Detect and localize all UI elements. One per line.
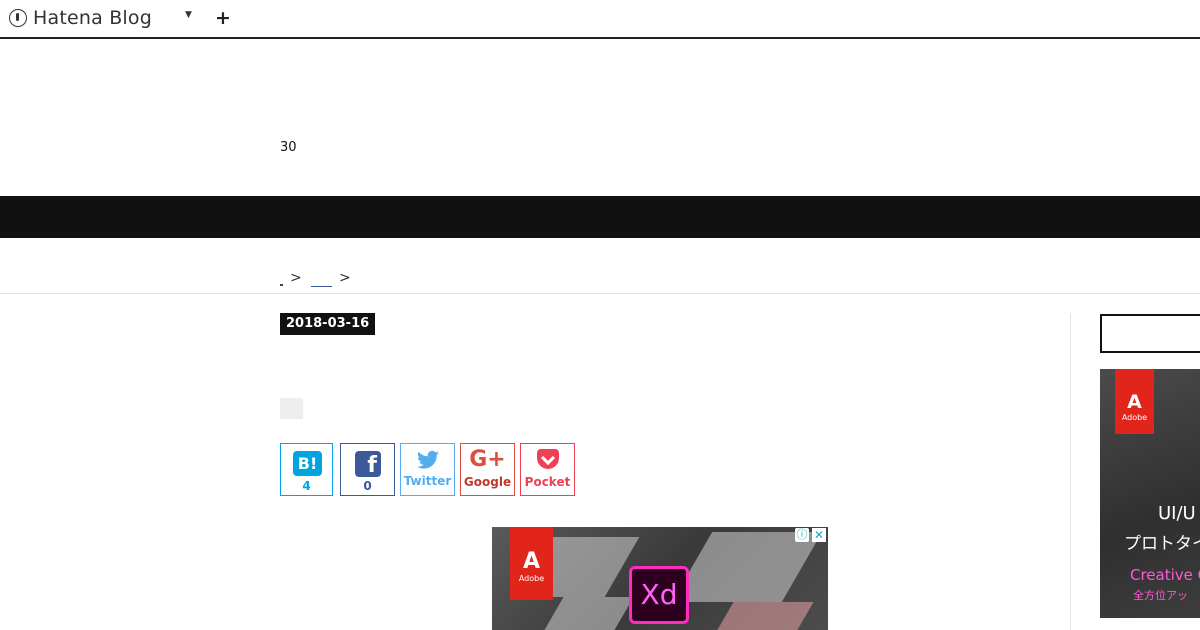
- ad-screenshot-tile: [671, 532, 823, 602]
- facebook-share-count: 0: [363, 479, 372, 493]
- adobe-xd-icon: Xd: [629, 566, 689, 624]
- adobe-logo-text: Adobe: [518, 574, 545, 583]
- caret-down-icon[interactable]: ▼: [185, 10, 192, 20]
- breadcrumb-separator: >: [339, 270, 351, 286]
- ad-info-icon[interactable]: ⓘ: [795, 528, 809, 542]
- hatena-blog-logo[interactable]: Hatena Blog: [9, 6, 152, 30]
- google-label: Google: [463, 475, 512, 489]
- global-nav-bar: [0, 196, 1200, 238]
- google-plus-share-button[interactable]: G+ Google: [460, 443, 515, 496]
- pocket-save-button[interactable]: Pocket: [520, 443, 575, 496]
- brand-name: Hatena Blog: [33, 7, 152, 29]
- hatena-bookmark-count: 4: [302, 479, 311, 493]
- ad-screenshot-tile: [540, 597, 634, 630]
- ad-screenshot-tile: [710, 602, 814, 630]
- hatena-bookmark-icon: B!: [293, 451, 322, 476]
- breadcrumb-home-link[interactable]: [280, 284, 283, 286]
- adobe-logo: A Adobe: [1115, 369, 1154, 434]
- adobe-logo: A Adobe: [510, 527, 553, 600]
- hatena-top-bar: Hatena Blog ▼ +: [0, 0, 1200, 39]
- twitter-label: Twitter: [403, 474, 452, 488]
- sidebar-search-input[interactable]: [1100, 314, 1200, 353]
- adobe-logo-text: Adobe: [1121, 413, 1148, 422]
- pocket-icon: [537, 449, 559, 469]
- blog-header-text: 30: [280, 140, 297, 155]
- ad-headline: UI/U: [1158, 503, 1196, 524]
- ad-product-name: Creative C: [1130, 566, 1200, 584]
- adobe-logo-letter: A: [522, 549, 541, 574]
- sidebar-divider: [1070, 313, 1071, 630]
- breadcrumb-separator: >: [290, 270, 302, 286]
- ad-headline-sub: プロトタイ: [1124, 534, 1200, 554]
- ad-close-icon[interactable]: ✕: [812, 528, 826, 542]
- breadcrumb-divider: [0, 293, 1200, 294]
- twitter-share-button[interactable]: Twitter: [400, 443, 455, 496]
- twitter-bird-icon: [417, 450, 439, 469]
- plus-icon[interactable]: +: [215, 6, 231, 30]
- breadcrumb-category-link[interactable]: [311, 286, 332, 287]
- article-date[interactable]: 2018-03-16: [280, 313, 376, 335]
- pocket-label: Pocket: [524, 475, 571, 489]
- adobe-xd-ad-banner[interactable]: A Adobe Xd ⓘ ✕: [492, 527, 828, 630]
- adobe-sidebar-ad[interactable]: A Adobe UI/U プロトタイ Creative C 全方位アッ: [1100, 369, 1200, 618]
- ad-tagline: 全方位アッ: [1133, 589, 1188, 602]
- google-plus-icon: G+: [469, 447, 506, 472]
- facebook-share-button[interactable]: f 0: [340, 443, 395, 496]
- facebook-icon: f: [355, 451, 381, 478]
- adobe-logo-letter: A: [1127, 391, 1142, 413]
- hatena-bookmark-button[interactable]: B! 4: [280, 443, 333, 496]
- hatena-logo-icon: [9, 9, 27, 27]
- category-tag[interactable]: [280, 398, 303, 419]
